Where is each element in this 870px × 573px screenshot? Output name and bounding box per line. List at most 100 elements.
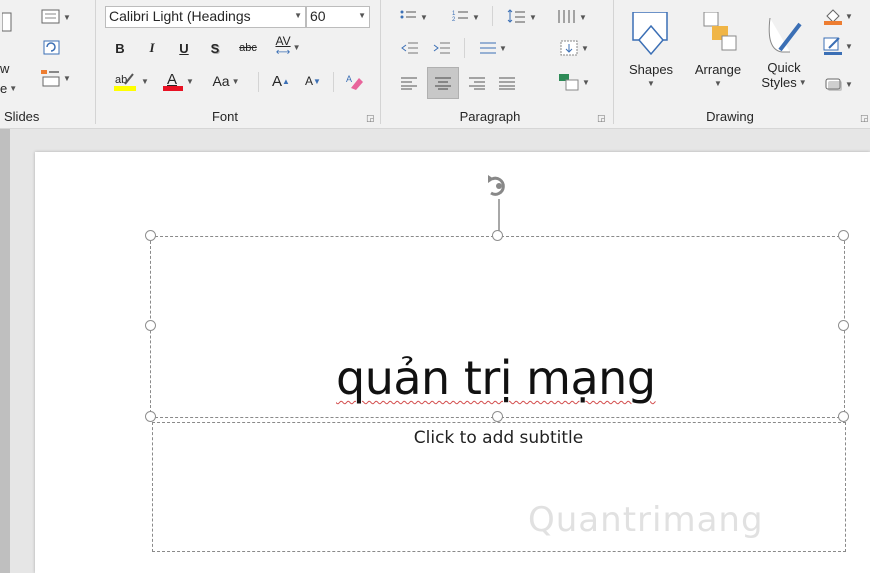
quick-styles-line2: Styles ▼ [761,75,807,90]
shapes-label: Shapes [628,62,674,77]
underline-button[interactable]: U [174,37,194,59]
drawing-dialog-launcher-icon[interactable]: ◲ [860,114,869,123]
group-divider [95,0,96,124]
watermark-text: Quantrimang [528,500,764,540]
layout-icon[interactable] [0,8,14,36]
align-left-icon[interactable] [396,68,422,98]
resize-handle[interactable] [492,411,503,422]
grow-font-label: A [272,72,283,90]
new-slide-label-partial[interactable]: w [0,60,14,76]
grow-font-button[interactable]: A ▲ [268,68,294,94]
strikethrough-button[interactable]: abc [233,37,263,59]
rotate-handle-icon[interactable] [482,171,516,237]
quick-styles-label-2: Styles [761,75,797,90]
line-spacing-icon [507,9,526,23]
arrange-icon [703,12,737,51]
drawing-group-label: Drawing [706,109,754,124]
resize-handle[interactable] [145,411,156,422]
numbering-button[interactable]: 1 2 ▼ [446,6,486,28]
font-color-button[interactable]: A ▼ [158,68,198,94]
text-highlight-button[interactable]: ab ▼ [108,68,154,94]
resize-handle[interactable] [145,320,156,331]
align-text-icon [480,42,497,54]
double-arrow-icon: ⟷ [275,47,291,58]
quick-styles-button[interactable]: Quick Styles ▼ [754,0,814,100]
paragraph-group-label: Paragraph [459,109,521,124]
columns-button[interactable]: ▼ [550,6,594,28]
decrease-indent-icon[interactable] [396,37,424,59]
shrink-font-button[interactable]: A ▼ [300,68,326,94]
divider [464,38,465,58]
quick-styles-icon [768,17,802,53]
text-direction-button[interactable]: ▼ [553,36,595,60]
arrange-button[interactable]: Arrange ▼ [684,0,752,100]
layout-thumb-icon [41,9,60,24]
slide-title[interactable]: quản trị mạng [336,351,656,405]
character-spacing-label: AV [275,34,291,48]
bold-button[interactable]: B [110,37,130,59]
resize-handle[interactable] [838,411,849,422]
line-spacing-button[interactable]: ▼ [498,6,546,28]
character-spacing-button[interactable]: AV ⟷ ▼ [266,35,310,59]
font-dialog-launcher-icon[interactable]: ◲ [366,114,375,123]
shrink-font-label: A [305,74,314,88]
new-slide-label-partial-2: e [0,80,8,96]
slides-group-label: Slides [4,109,40,124]
paragraph-dialog-launcher-icon[interactable]: ◲ [597,114,606,123]
font-group-label: Font [211,109,238,124]
change-case-button[interactable]: Aa ▼ [204,68,248,94]
quick-styles-label-1: Quick [767,60,801,75]
font-size-value: 60 [310,8,326,24]
justify-icon[interactable] [494,68,520,98]
font-name-combo[interactable]: Calibri Light (Headings ▼ [105,6,306,28]
svg-text:A: A [167,71,177,88]
group-divider [613,0,614,124]
resize-handle[interactable] [838,320,849,331]
font-size-combo[interactable]: 60 ▼ [306,6,370,28]
thumbnail-pane-edge[interactable] [0,129,10,573]
resize-handle[interactable] [838,230,849,241]
change-case-label: Aa [212,73,230,89]
align-center-icon[interactable] [427,67,459,99]
new-slide-dropdown-partial[interactable]: e ▼ [0,80,20,96]
resize-handle[interactable] [145,230,156,241]
text-shadow-button[interactable]: S [205,37,225,59]
slide-title-text: quản trị mạng [336,351,656,405]
section-icon [41,70,60,87]
convert-to-smartart-button[interactable]: ▼ [553,68,595,96]
chevron-down-icon: ▼ [647,79,655,88]
clear-formatting-button[interactable]: A [342,70,368,94]
eraser-icon: A [346,74,363,90]
shapes-button[interactable]: Shapes ▼ [620,0,682,100]
layout-button[interactable]: ▼ [36,6,76,28]
divider [492,6,493,26]
section-button[interactable]: ▼ [34,66,76,90]
group-divider [380,0,381,124]
shape-effects-icon [825,78,843,91]
arrange-label: Arrange [694,62,742,77]
font-name-value: Calibri Light (Headings [109,8,251,24]
chevron-down-icon: ▼ [714,79,722,88]
chevron-down-icon[interactable]: ▼ [358,11,366,20]
watermark: Quantrimang [528,500,764,540]
bullets-icon [400,10,417,19]
pencil-icon [823,37,843,55]
columns-icon [558,10,575,23]
chevron-down-icon[interactable]: ▼ [294,11,302,20]
bullets-button[interactable]: ▼ [396,6,432,28]
shape-fill-button[interactable]: ▼ [816,4,860,28]
reset-icon[interactable] [36,36,68,60]
align-right-icon[interactable] [464,68,490,98]
smartart-icon [559,74,579,91]
divider [333,72,334,92]
align-text-button[interactable]: ▼ [472,37,514,59]
resize-handle[interactable] [492,230,503,241]
subtitle-prompt[interactable]: Click to add subtitle [152,428,845,448]
italic-button[interactable]: I [142,37,162,59]
text-direction-icon [560,40,578,56]
shape-outline-button[interactable]: ▼ [816,34,860,58]
increase-indent-icon[interactable] [428,37,456,59]
shape-effects-button[interactable]: ▼ [816,72,860,96]
shapes-icon [632,12,668,56]
svg-text:A: A [346,74,352,84]
